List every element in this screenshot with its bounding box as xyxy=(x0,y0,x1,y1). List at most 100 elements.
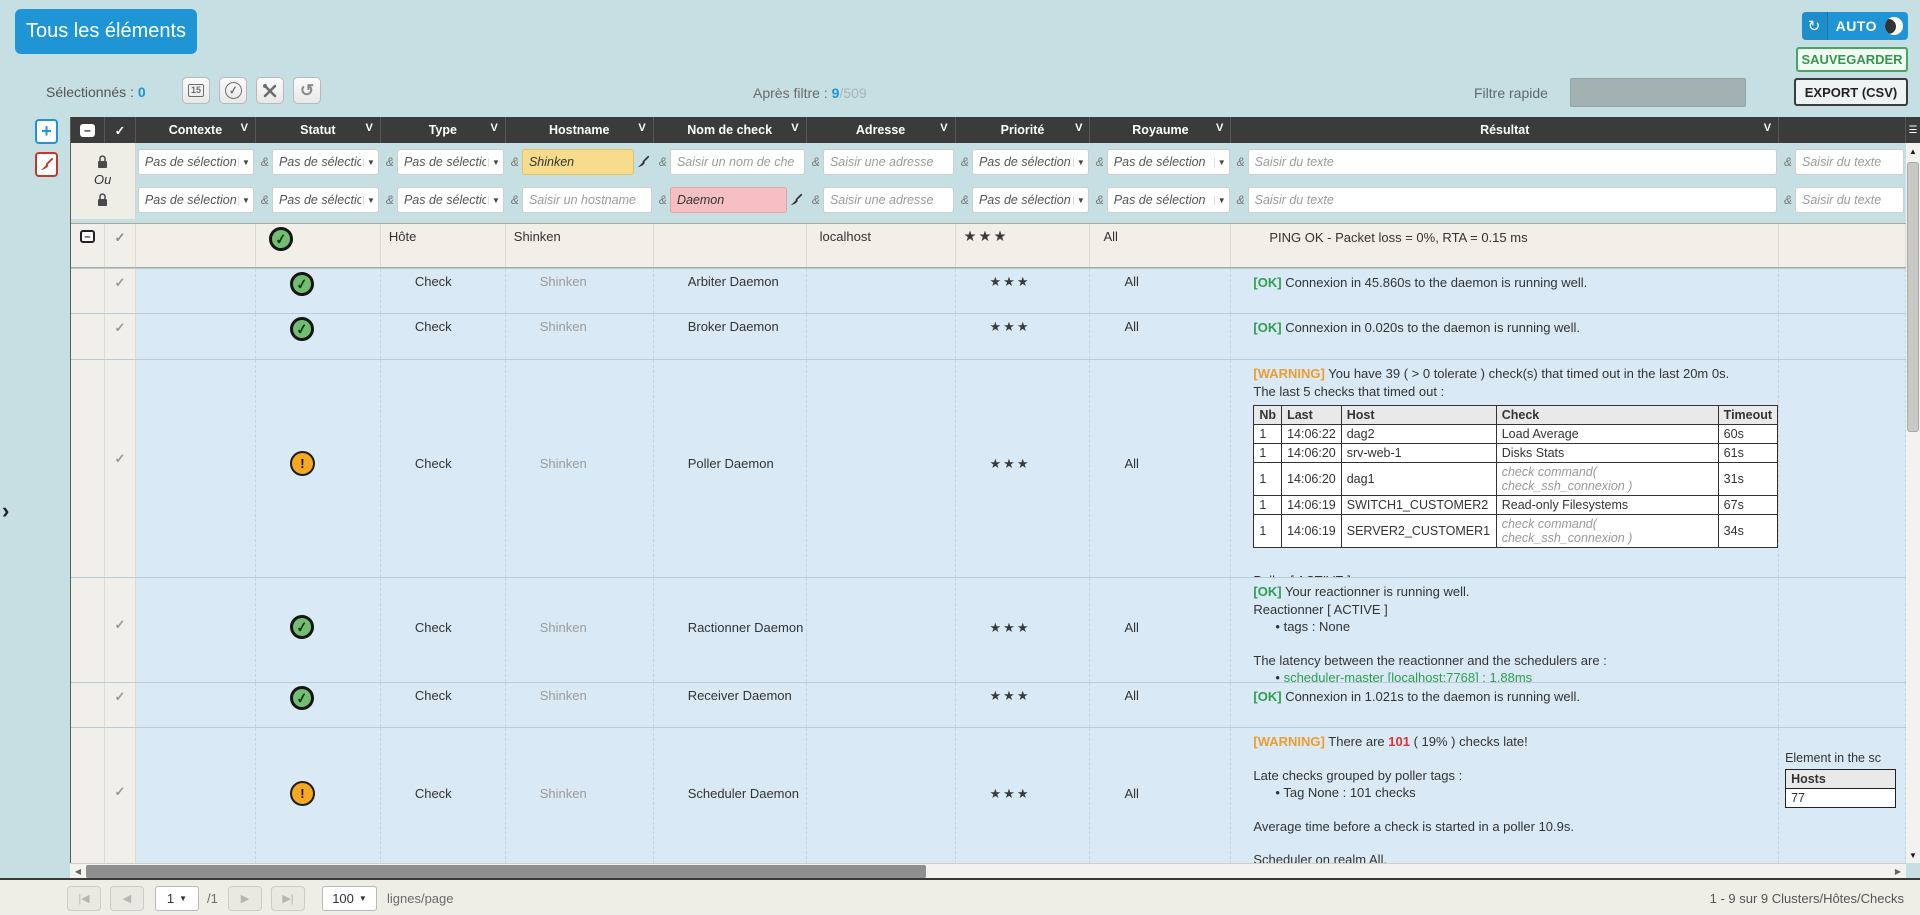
priorite-select[interactable]: Pas de sélection▼ xyxy=(972,187,1089,213)
last-page-button[interactable]: ▶| xyxy=(271,886,305,911)
table-row-check[interactable]: ✓ ✓ Check Shinken Arbiter Daemon ★★★ All… xyxy=(71,268,1906,313)
scroll-right-icon[interactable]: ▶ xyxy=(1890,867,1906,876)
add-filter-button[interactable]: + xyxy=(35,119,58,144)
undo-button[interactable]: ↺ xyxy=(293,77,321,104)
column-header-adresse[interactable]: Adresse V xyxy=(807,117,956,143)
select-row-cell[interactable]: ✓ xyxy=(105,360,136,577)
type-select[interactable]: Pas de sélection▼ xyxy=(397,149,504,175)
column-header-extra[interactable] xyxy=(1779,117,1906,143)
resultat-filter-input[interactable] xyxy=(1248,149,1777,175)
hosts-mini-table: Hosts 77 xyxy=(1785,769,1896,808)
column-header-royaume[interactable]: RoyaumeV xyxy=(1090,117,1231,143)
column-menu-button[interactable]: ☰ xyxy=(1906,117,1920,143)
column-header-contexte[interactable]: ContexteV xyxy=(136,117,256,143)
adresse-cell: localhost xyxy=(807,224,956,267)
chevron-down-icon[interactable]: V xyxy=(1216,122,1223,134)
column-header-statut[interactable]: StatutV xyxy=(256,117,381,143)
column-header-resultat[interactable]: RésultatV xyxy=(1231,117,1779,143)
first-page-button[interactable]: |◀ xyxy=(67,886,101,911)
type-cell: Check xyxy=(381,269,506,313)
table-row-check[interactable]: ✓ ✓ Check Shinken Broker Daemon ★★★ All … xyxy=(71,313,1906,359)
check-name-cell xyxy=(654,224,807,267)
scroll-left-icon[interactable]: ◀ xyxy=(70,867,86,876)
adresse-filter-input[interactable] xyxy=(823,187,954,213)
horizontal-scroll-thumb[interactable] xyxy=(86,865,926,878)
adresse-cell xyxy=(807,728,956,864)
adresse-filter-input[interactable] xyxy=(823,149,954,175)
table-row-check[interactable]: ✓ ! Check Shinken Scheduler Daemon ★★★ A… xyxy=(71,727,1906,864)
table-row-check[interactable]: ✓ ✓ Check Shinken Receiver Daemon ★★★ Al… xyxy=(71,682,1906,727)
select-row-cell[interactable]: ✓ xyxy=(105,683,136,727)
chevron-down-icon[interactable]: V xyxy=(241,122,248,134)
collapse-all-header[interactable]: – xyxy=(71,117,105,143)
extra-filter-input[interactable] xyxy=(1795,149,1904,175)
select-row-cell[interactable]: ✓ xyxy=(105,728,136,864)
chevron-down-icon[interactable]: V xyxy=(366,122,373,134)
scroll-down-icon[interactable]: ▼ xyxy=(1906,847,1920,863)
timeout-col-header: Timeout xyxy=(1718,406,1777,425)
type-select[interactable]: Pas de sélection▼ xyxy=(397,187,504,213)
select-row-cell[interactable]: ✓ xyxy=(105,224,136,267)
table-row-check[interactable]: ✓ ✓ Check Shinken Ractionner Daemon ★★★ … xyxy=(71,577,1906,682)
chevron-down-icon[interactable]: V xyxy=(1764,122,1771,134)
chevron-down-icon[interactable]: V xyxy=(490,122,497,134)
priorite-select[interactable]: Pas de sélection▼ xyxy=(972,149,1089,175)
column-label: Adresse xyxy=(856,123,905,137)
select-all-header[interactable]: ✓ xyxy=(105,117,136,143)
vertical-scrollbar[interactable]: ☰ ▲ ▼ xyxy=(1906,117,1920,863)
column-header-type[interactable]: TypeV xyxy=(381,117,506,143)
column-header-nom-de-check[interactable]: Nom de checkV xyxy=(654,117,807,143)
tools-button[interactable] xyxy=(256,77,284,104)
statut-select[interactable]: Pas de sélection▼ xyxy=(272,187,379,213)
extra-filter-input[interactable] xyxy=(1795,187,1904,213)
select-row-cell[interactable]: ✓ xyxy=(105,314,136,359)
table-row-host[interactable]: – ✓ ✓ Hôte Shinken localhost ★★★ All PIN… xyxy=(71,223,1906,268)
priorite-cell: ★★★ xyxy=(956,224,1091,267)
page-select[interactable]: 1▼ xyxy=(155,886,199,911)
quick-filter-input[interactable] xyxy=(1570,78,1746,107)
column-header-hostname[interactable]: HostnameV xyxy=(506,117,654,143)
all-elements-button[interactable]: Tous les éléments xyxy=(15,9,197,54)
resultat-filter-input[interactable] xyxy=(1248,187,1777,213)
auto-refresh-toggle[interactable]: ↻ AUTO xyxy=(1802,12,1908,40)
column-header-priorite[interactable]: Priorité V xyxy=(956,117,1091,143)
contexte-select[interactable]: Pas de sélection▼ xyxy=(138,187,254,213)
chevron-down-icon[interactable]: V xyxy=(638,122,645,134)
range-label: 1 - 9 sur 9 Clusters/Hôtes/Checks xyxy=(1710,891,1904,906)
hostname-filter-input[interactable] xyxy=(522,149,634,175)
export-csv-button[interactable]: EXPORT (CSV) xyxy=(1794,78,1908,106)
clear-filter-button[interactable] xyxy=(35,152,58,177)
table-row-check[interactable]: ✓ ! Check Shinken Poller Daemon ★★★ All … xyxy=(71,359,1906,577)
prev-page-button[interactable]: ◀ xyxy=(110,886,144,911)
clear-input-button[interactable] xyxy=(789,193,803,207)
scheduler-link[interactable]: scheduler-master [localhost:7768] : 1.88… xyxy=(1284,670,1533,682)
per-page-select[interactable]: 100▼ xyxy=(322,886,377,911)
bullet-icon: • xyxy=(1275,670,1280,682)
next-page-button[interactable]: ▶ xyxy=(228,886,262,911)
chevron-down-icon[interactable]: V xyxy=(791,122,798,134)
contexte-select[interactable]: Pas de sélection▼ xyxy=(138,149,254,175)
contexte-cell xyxy=(136,314,256,359)
clear-input-button[interactable] xyxy=(636,155,650,169)
vertical-scroll-thumb[interactable] xyxy=(1907,162,1919,432)
expand-panel-handle[interactable]: › xyxy=(2,498,9,524)
select-row-cell[interactable]: ✓ xyxy=(105,269,136,313)
statut-select[interactable]: Pas de sélection▼ xyxy=(272,149,379,175)
horizontal-scrollbar[interactable]: ◀ ▶ xyxy=(70,863,1906,878)
validate-button[interactable]: ✓ xyxy=(219,77,247,104)
save-button[interactable]: SAUVEGARDER xyxy=(1796,47,1908,72)
hostname-filter-input[interactable] xyxy=(522,187,652,213)
royaume-select[interactable]: Pas de sélection▼ xyxy=(1107,187,1230,213)
collapse-row-cell[interactable]: – xyxy=(71,224,105,267)
check-name-filter-input[interactable] xyxy=(670,149,805,175)
chevron-down-icon[interactable]: V xyxy=(1075,122,1082,134)
column-label: Priorité xyxy=(1001,123,1045,137)
check-name-filter-input[interactable] xyxy=(670,187,787,213)
bullet-icon: • xyxy=(1275,619,1280,634)
chevron-down-icon[interactable]: V xyxy=(940,122,947,134)
scroll-up-icon[interactable]: ▲ xyxy=(1906,143,1920,159)
select-row-cell[interactable]: ✓ xyxy=(105,578,136,682)
calendar-button[interactable]: 15 xyxy=(182,77,210,104)
latency-bullet: • scheduler-master [localhost:7768] : 1.… xyxy=(1253,669,1778,682)
royaume-select[interactable]: Pas de sélection▼ xyxy=(1107,149,1230,175)
